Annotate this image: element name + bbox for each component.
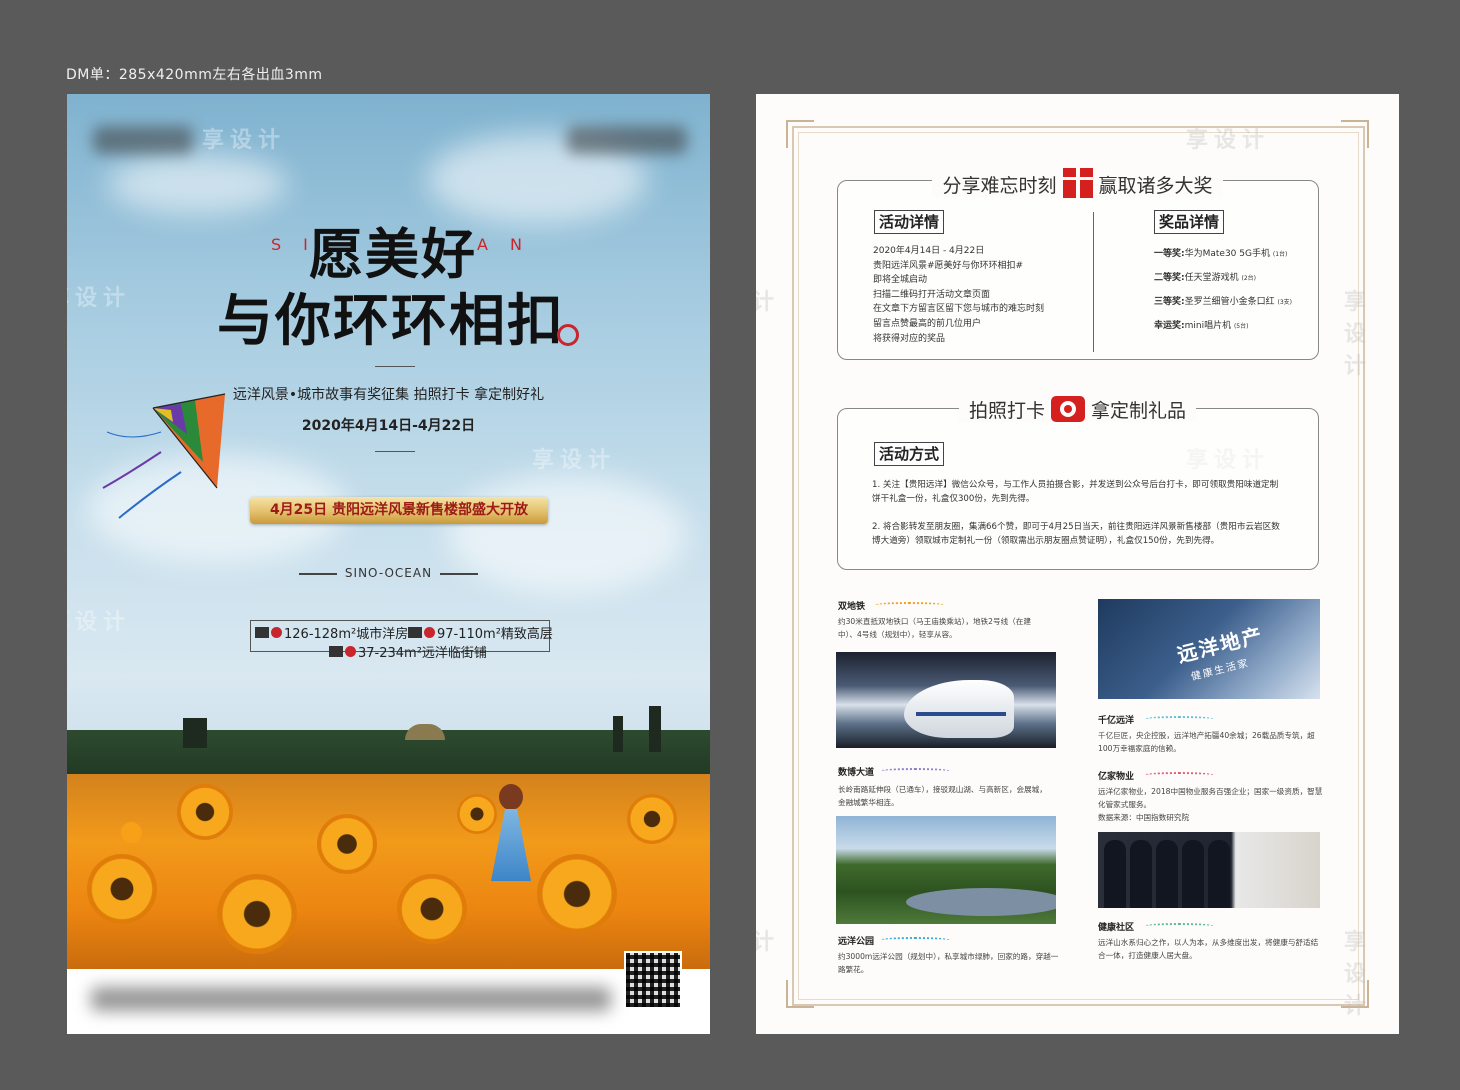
feature-title: 双地铁 <box>838 602 866 612</box>
spec-label: DM单：285x420mm左右各出血3mm <box>66 67 323 83</box>
property-staff-photo <box>1098 832 1320 908</box>
panel1-title: 分享难忘时刻 赢取诸多大奖 <box>756 168 1399 198</box>
prize-item: 幸运奖:mini唱片机 (5台) <box>1154 321 1249 331</box>
feature-title: 千亿远洋 <box>1098 716 1135 726</box>
front-flyer: 享设计 享设计 享设计 享设计 SI AN 愿美好 与你环环相扣 远洋风景•城市… <box>67 94 710 1034</box>
wave-deco <box>880 937 950 943</box>
watermark: 享设计 <box>67 286 132 311</box>
blurred-logo-left <box>93 126 193 154</box>
product-item: 37-234m²远洋临街铺 <box>329 642 487 661</box>
pagoda <box>613 716 623 752</box>
method-step-1: 1. 关注【贵阳远洋】微信公众号，与工作人员拍摄合影，并发送到公众号后台打卡，即… <box>872 480 1279 504</box>
hq-building-photo: 远洋地产 健康生活家 <box>1098 599 1320 699</box>
qr-code[interactable] <box>624 951 682 1009</box>
product-item: 126-128m²城市洋房 <box>255 623 408 642</box>
kite-icon <box>102 393 226 519</box>
open-banner: 4月25日 贵阳远洋风景新售楼部盛大开放 <box>250 497 548 524</box>
divider <box>375 366 415 367</box>
feature-title: 健康社区 <box>1098 923 1135 933</box>
prize-tag: 奖品详情 <box>1154 210 1225 234</box>
feature-text: 长岭南路延伸段（已通车），接驳观山湖、与高新区，会展城，金融城繁华相连。 <box>838 785 1047 807</box>
train-photo <box>836 652 1056 748</box>
watermark: 享设计 <box>756 930 781 955</box>
method-tag: 活动方式 <box>874 442 945 466</box>
feature-title: 亿家物业 <box>1098 772 1135 782</box>
divider <box>1093 212 1094 352</box>
watermark: 享设计 <box>67 610 132 635</box>
product-item: 97-110m²精致高层 <box>408 623 553 642</box>
camera-icon <box>1051 396 1085 422</box>
gift-icon <box>1062 168 1093 198</box>
arch <box>405 724 445 740</box>
slogan-line2: 与你环环相扣 <box>217 288 565 354</box>
feature-text: 千亿巨匠，央企控股，远洋地产拓疆40余城；26载品质专筑，超100万幸福家庭的信… <box>1098 731 1315 753</box>
watermark: 享设计 <box>1344 930 1373 1019</box>
blurred-contact <box>91 987 611 1011</box>
pagoda <box>183 718 207 748</box>
flower-field <box>67 774 710 969</box>
brand-name: SINO-OCEAN <box>67 566 710 580</box>
activity-details: 2020年4月14日 - 4月22日 贵阳远洋风景#愿美好与你环环相扣# 即将全… <box>873 246 1045 344</box>
park-photo <box>836 816 1056 924</box>
wave-deco <box>1144 923 1214 929</box>
ring-icon <box>557 324 579 346</box>
feature-text: 远洋亿家物业，2018中国物业服务百强企业；国家一级资质，智慧化管家式服务。 数据… <box>1098 787 1323 822</box>
deco-letters-right: AN <box>477 235 544 254</box>
feature-text: 远洋山水系归心之作，以人为本，从多维度出发，将健康与舒适结合一体，打造健康人居大… <box>1098 938 1319 960</box>
prize-item: 一等奖:华为Mate30 5G手机 (1台) <box>1154 249 1288 259</box>
watermark: 享设计 <box>1344 290 1373 379</box>
divider <box>375 451 415 452</box>
wave-deco <box>874 602 944 608</box>
wave-deco <box>880 768 950 774</box>
feature-title: 数博大道 <box>838 768 875 778</box>
feature-title: 远洋公园 <box>838 937 875 947</box>
back-flyer: 享设计 享设计 享设计 享设计 享设计 享设计 分享难忘时刻赢取诸多大奖 活动详… <box>756 94 1399 1034</box>
blurred-logo-right <box>567 126 687 154</box>
method-step-2: 2. 将合影转发至朋友圈，集满66个赞，即可于4月25日当天，前往贵阳远洋风景新… <box>872 522 1280 546</box>
girl-figure <box>499 784 523 810</box>
watermark: 享设计 <box>202 128 287 153</box>
watermark: 享设计 <box>532 448 617 473</box>
wave-deco <box>1144 716 1214 722</box>
wave-deco <box>1144 772 1214 778</box>
activity-tag: 活动详情 <box>874 210 945 234</box>
panel2-title: 拍照打卡 拿定制礼品 <box>756 396 1399 423</box>
watermark: 享设计 <box>756 290 781 315</box>
feature-text: 约30米直抵双地铁口（马王庙换乘站），地铁2号线（在建中）、4号线（规划中），轻… <box>838 617 1031 639</box>
pagoda <box>649 706 661 752</box>
prize-item: 三等奖:圣罗兰细管小金条口红 (3支) <box>1154 297 1292 307</box>
watermark: 享设计 <box>1186 128 1271 153</box>
prize-item: 二等奖:任天堂游戏机 (2台) <box>1154 273 1256 283</box>
feature-text: 约3000m远洋公园（规划中），私享城市绿肺，回家的路，穿越一路繁花。 <box>838 952 1059 974</box>
